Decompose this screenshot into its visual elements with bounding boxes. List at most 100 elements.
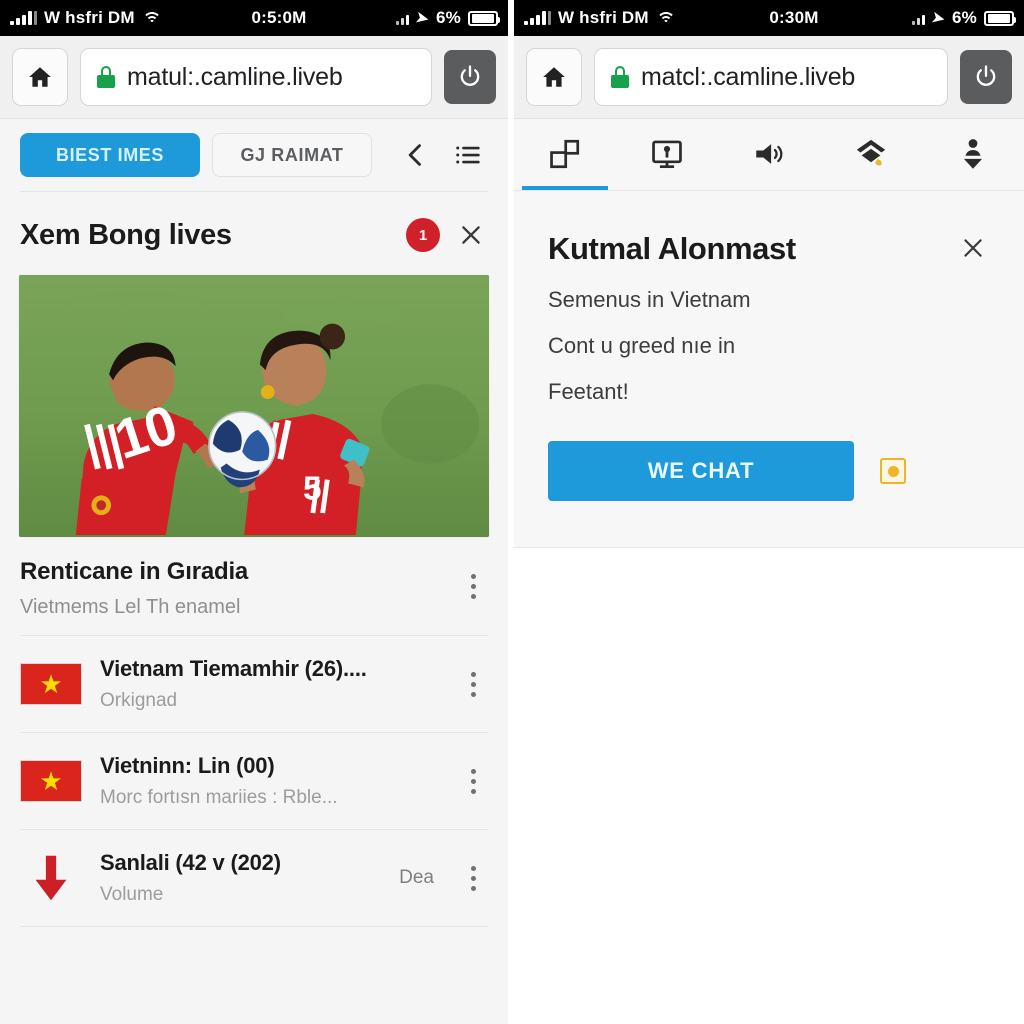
dialog-title: Kutmal Alonmast — [548, 231, 796, 266]
home-button[interactable] — [12, 48, 68, 106]
status-bar-right: W hsfri DM 0:30M ➤ 6% — [514, 0, 1024, 36]
list-item-meta: Dea — [399, 867, 434, 888]
list-menu-icon — [456, 146, 480, 164]
location-arrow-icon: ➤ — [930, 8, 947, 29]
signal-small-icon — [396, 11, 410, 25]
list-item[interactable]: ★ Vietnam Tiemamhir (26).... Orkignad — [0, 636, 508, 732]
empty-content-area — [514, 548, 1024, 964]
speaker-icon — [756, 144, 783, 164]
close-icon — [462, 226, 480, 244]
status-bar-left: W hsfri DM 0:5:0M ➤ 6% — [0, 0, 508, 36]
tab-gj-raimat[interactable]: GJ RAIMAT — [212, 133, 372, 177]
status-right-group: ➤ 6% — [396, 8, 500, 29]
toolbar-item-speaker[interactable] — [718, 118, 820, 190]
we-chat-button[interactable]: WE CHAT — [548, 441, 854, 501]
two-squares-icon — [550, 139, 580, 169]
monitor-icon — [652, 140, 682, 169]
article-title: Renticane in Gıradia — [20, 558, 249, 585]
yellow-dot-icon[interactable] — [880, 458, 906, 484]
right-phone-panel: W hsfri DM 0:30M ➤ 6% matcl:.camline.liv… — [514, 0, 1024, 1024]
dialog-line-3: Feetant! — [548, 379, 629, 404]
page-title: Xem Bong lives — [20, 218, 232, 251]
power-button[interactable] — [444, 50, 496, 104]
signal-bars-icon — [524, 11, 551, 25]
toolbar-item-monitor[interactable] — [616, 118, 718, 190]
dialog-close-button[interactable] — [956, 231, 990, 265]
url-text: matul:.camline.liveb — [127, 62, 343, 91]
browser-chrome-left: matul:.camline.liveb — [0, 36, 508, 119]
list-item[interactable]: Sanlali (42 v (202) Volume Dea — [0, 830, 508, 926]
person-download-icon — [963, 139, 983, 169]
tab-bar: BIEST IMES GJ RAIMAT — [0, 119, 508, 187]
article-subtitle: Vietmems Lel Th enamel — [20, 596, 241, 618]
arrow-down-icon-wrap — [20, 854, 82, 902]
football-scene-illustration: 10 5 — [19, 275, 489, 537]
arrow-down-icon — [35, 855, 67, 901]
icon-toolbar — [514, 119, 1024, 191]
wifi-icon — [656, 11, 676, 26]
list-item-subtitle: Orkignad — [100, 690, 178, 711]
url-bar[interactable]: matcl:.camline.liveb — [594, 48, 948, 106]
lock-icon — [611, 66, 629, 88]
list-item-title: Vietnam Tiemamhir (26).... — [100, 656, 367, 681]
power-icon — [976, 65, 996, 86]
status-left-group: W hsfri DM — [524, 8, 676, 28]
dialog-line-1: Semenus in Vietnam — [548, 287, 751, 312]
vietnam-flag-icon: ★ — [20, 760, 82, 802]
url-bar[interactable]: matul:.camline.liveb — [80, 48, 432, 106]
battery-icon — [984, 10, 1016, 26]
wifi-icon — [142, 11, 162, 26]
football-players-photo[interactable]: 10 5 — [18, 274, 490, 538]
menu-button[interactable] — [448, 133, 488, 177]
diamond-stack-icon — [856, 139, 886, 166]
power-icon — [460, 65, 480, 86]
status-right-group: ➤ 6% — [912, 8, 1016, 29]
url-text: matcl:.camline.liveb — [641, 62, 856, 91]
article-item[interactable]: Renticane in Gıradia Vietmems Lel Th ena… — [0, 538, 508, 635]
list-item-main: Vietnam Tiemamhir (26).... Orkignad — [100, 656, 440, 712]
toolbar-item-person-download[interactable] — [922, 118, 1024, 190]
dialog-card: Kutmal Alonmast Semenus in Vietnam Cont … — [514, 191, 1024, 548]
list-item-main: Vietninn: Lin (00) Morc fortısn mariies … — [100, 753, 440, 809]
lock-icon — [97, 66, 115, 88]
more-vertical-icon[interactable] — [458, 558, 488, 599]
status-badge: 1 — [406, 218, 440, 252]
power-button[interactable] — [960, 50, 1012, 104]
carrier-label: W hsfri DM — [558, 8, 649, 27]
list-divider — [20, 926, 488, 927]
close-icon — [964, 239, 982, 257]
dialog-line-2: Cont u greed nıe in — [548, 333, 736, 358]
location-arrow-icon: ➤ — [414, 8, 431, 29]
list-item-subtitle: Volume — [100, 884, 164, 905]
dual-phone-screenshot: W hsfri DM 0:5:0M ➤ 6% matul:.camline.li… — [0, 0, 1024, 1024]
battery-icon — [468, 10, 500, 26]
more-vertical-icon[interactable] — [458, 768, 488, 794]
back-button[interactable] — [396, 133, 436, 177]
status-time: 0:30M — [769, 8, 819, 27]
carrier-label: W hsfri DM — [44, 8, 135, 27]
list-item-title: Sanlali (42 v (202) — [100, 850, 281, 875]
dialog-actions: WE CHAT — [548, 441, 990, 501]
close-button[interactable] — [454, 218, 488, 252]
battery-percent-label: 6% — [952, 8, 977, 27]
more-vertical-icon[interactable] — [458, 865, 488, 891]
battery-percent-label: 6% — [436, 8, 461, 27]
more-vertical-icon[interactable] — [458, 671, 488, 697]
toolbar-item-two-squares[interactable] — [514, 118, 616, 190]
chevron-left-icon — [408, 144, 421, 166]
list-item-title: Vietninn: Lin (00) — [100, 753, 275, 778]
dialog-header: Kutmal Alonmast — [548, 231, 990, 267]
signal-bars-icon — [10, 11, 37, 25]
list-item-main: Sanlali (42 v (202) Volume — [100, 850, 381, 906]
tab-biest-imes[interactable]: BIEST IMES — [20, 133, 200, 177]
home-icon — [29, 67, 51, 87]
list-item-subtitle: Morc fortısn mariies : Rble... — [100, 787, 338, 808]
left-phone-panel: W hsfri DM 0:5:0M ➤ 6% matul:.camline.li… — [0, 0, 508, 1024]
signal-small-icon — [912, 11, 926, 25]
list-item[interactable]: ★ Vietninn: Lin (00) Morc fortısn mariie… — [0, 733, 508, 829]
article-main: Renticane in Gıradia Vietmems Lel Th ena… — [20, 558, 448, 619]
status-time: 0:5:0M — [251, 8, 307, 27]
home-button[interactable] — [526, 48, 582, 106]
toolbar-item-diamond-stack[interactable] — [820, 118, 922, 190]
home-icon — [543, 67, 565, 87]
